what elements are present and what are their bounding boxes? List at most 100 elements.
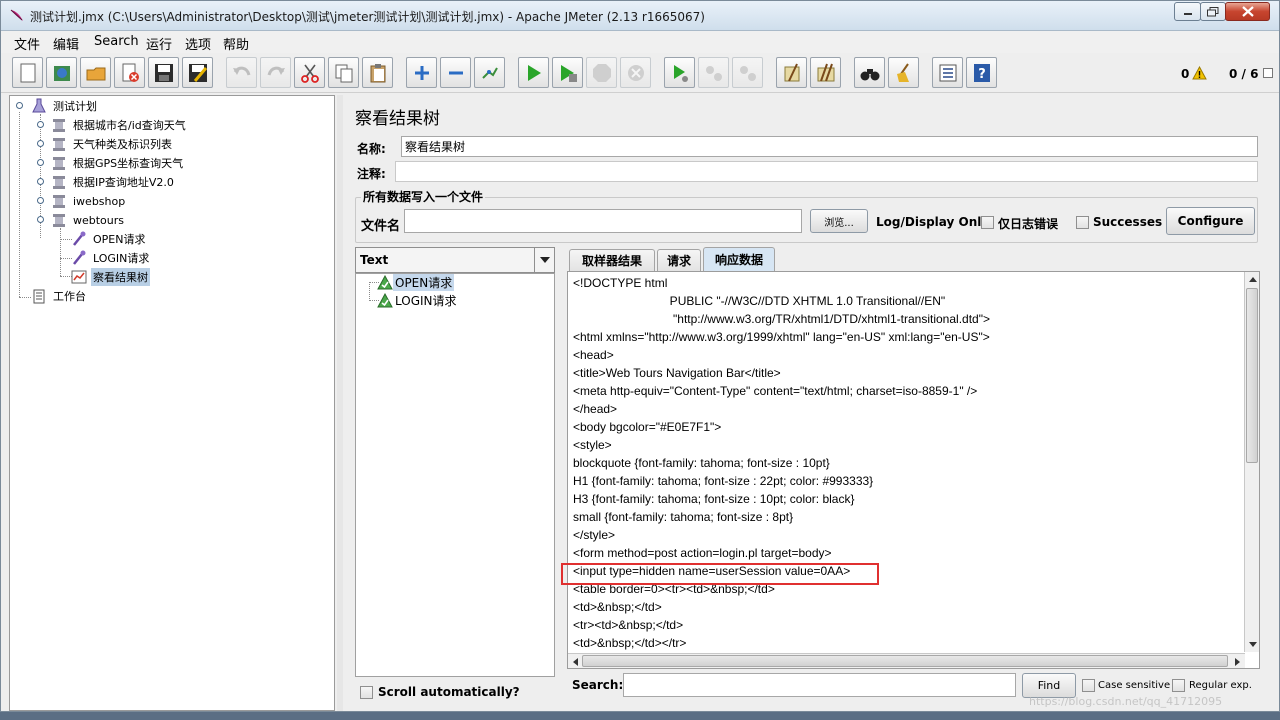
errors-only-checkbox[interactable] bbox=[981, 216, 994, 229]
save-as-button[interactable] bbox=[182, 57, 213, 88]
function-helper-button[interactable] bbox=[932, 57, 963, 88]
filename-input[interactable] bbox=[404, 209, 802, 233]
dropdown-arrow[interactable] bbox=[534, 248, 554, 272]
result-item-open[interactable]: OPEN请求 bbox=[377, 274, 455, 291]
new-button[interactable] bbox=[12, 57, 43, 88]
expand-toggle-icon[interactable] bbox=[36, 177, 45, 186]
menu-file[interactable]: 文件 bbox=[14, 34, 40, 53]
stop-button[interactable] bbox=[586, 57, 617, 88]
collapse-toggle-icon[interactable] bbox=[15, 101, 24, 110]
tree-node-label: webtours bbox=[73, 213, 125, 227]
response-line: PUBLIC "-//W3C//DTD XHTML 1.0 Transition… bbox=[573, 294, 946, 308]
save-button[interactable] bbox=[148, 57, 179, 88]
arrow-right-icon bbox=[1235, 657, 1240, 666]
toggle-button[interactable] bbox=[474, 57, 505, 88]
configure-button[interactable]: Configure bbox=[1166, 207, 1255, 235]
expand-toggle-icon[interactable] bbox=[36, 196, 45, 205]
response-data-viewer[interactable]: <!DOCTYPE html PUBLIC "-//W3C//DTD XHTML… bbox=[567, 271, 1260, 669]
scroll-up-arrow[interactable] bbox=[1246, 273, 1259, 286]
scroll-left-arrow[interactable] bbox=[569, 655, 582, 668]
tree-node-thread-group-5[interactable]: iwebshop bbox=[51, 192, 127, 210]
response-line: <html xmlns="http://www.w3.org/1999/xhtm… bbox=[573, 330, 990, 344]
close-file-button[interactable] bbox=[114, 57, 145, 88]
tree-node-thread-group-4[interactable]: 根据IP查询地址V2.0 bbox=[51, 173, 176, 191]
tab-response-data[interactable]: 响应数据 bbox=[703, 247, 775, 271]
menu-options[interactable]: 选项 bbox=[185, 34, 211, 53]
tab-sampler-result[interactable]: 取样器结果 bbox=[569, 249, 655, 271]
horizontal-scroll-thumb[interactable] bbox=[582, 655, 1228, 667]
start-button[interactable] bbox=[518, 57, 549, 88]
vertical-scroll-thumb[interactable] bbox=[1246, 288, 1258, 463]
expand-toggle-icon[interactable] bbox=[36, 120, 45, 129]
tree-node-view-results-tree[interactable]: 察看结果树 bbox=[71, 268, 150, 286]
remote-shutdown-icon bbox=[739, 65, 756, 81]
expand-toggle-icon[interactable] bbox=[36, 139, 45, 148]
undo-button[interactable] bbox=[226, 57, 257, 88]
scroll-right-arrow[interactable] bbox=[1231, 655, 1244, 668]
remote-stop-button[interactable] bbox=[698, 57, 729, 88]
thread-group-spool-icon bbox=[53, 138, 65, 151]
redo-button[interactable] bbox=[260, 57, 291, 88]
tree-node-thread-group-3[interactable]: 根据GPS坐标查询天气 bbox=[51, 154, 185, 172]
scroll-automatically-checkbox[interactable] bbox=[360, 686, 373, 699]
browse-button[interactable]: 浏览... bbox=[810, 209, 868, 233]
collapse-button[interactable] bbox=[440, 57, 471, 88]
menu-help[interactable]: 帮助 bbox=[223, 34, 249, 53]
tree-node-thread-group-2[interactable]: 天气种类及标识列表 bbox=[51, 135, 174, 153]
maximize-button[interactable] bbox=[1200, 2, 1226, 21]
title-bar[interactable]: 测试计划.jmx (C:\Users\Administrator\Desktop… bbox=[1, 1, 1279, 31]
regular-exp-checkbox[interactable] bbox=[1172, 679, 1185, 692]
tree-node-open-request[interactable]: OPEN请求 bbox=[71, 230, 147, 248]
help-button[interactable]: ? bbox=[966, 57, 997, 88]
cut-button[interactable] bbox=[294, 57, 325, 88]
name-input[interactable] bbox=[401, 136, 1258, 157]
tree-node-workbench[interactable]: 工作台 bbox=[31, 287, 88, 305]
menu-run[interactable]: 运行 bbox=[146, 34, 172, 53]
scroll-down-arrow[interactable] bbox=[1246, 638, 1259, 651]
successes-checkbox[interactable] bbox=[1076, 216, 1089, 229]
vertical-scrollbar[interactable] bbox=[1244, 272, 1259, 652]
minimize-button[interactable] bbox=[1174, 2, 1201, 21]
remote-shutdown-button[interactable] bbox=[732, 57, 763, 88]
tree-node-login-request[interactable]: LOGIN请求 bbox=[71, 249, 151, 267]
search-button[interactable] bbox=[854, 57, 885, 88]
copy-button[interactable] bbox=[328, 57, 359, 88]
tree-node-thread-group-webtours[interactable]: webtours bbox=[51, 211, 126, 229]
horizontal-scrollbar[interactable] bbox=[568, 653, 1245, 668]
success-sample-icon bbox=[377, 274, 393, 289]
clear-button[interactable] bbox=[776, 57, 807, 88]
shutdown-button[interactable] bbox=[620, 57, 651, 88]
renderer-select[interactable]: Text bbox=[355, 247, 555, 273]
tree-node-thread-group-1[interactable]: 根据城市名/id查询天气 bbox=[51, 116, 188, 134]
open-button[interactable] bbox=[80, 57, 111, 88]
copy-icon bbox=[335, 64, 352, 82]
tree-node-test-plan[interactable]: 测试计划 bbox=[31, 97, 99, 115]
toggle-icon bbox=[481, 67, 498, 79]
remote-start-button[interactable] bbox=[664, 57, 695, 88]
warning-icon[interactable] bbox=[1192, 66, 1207, 80]
reset-search-button[interactable] bbox=[888, 57, 919, 88]
response-text[interactable]: <!DOCTYPE html PUBLIC "-//W3C//DTD XHTML… bbox=[573, 274, 1237, 654]
menu-edit[interactable]: 编辑 bbox=[53, 34, 79, 53]
case-sensitive-checkbox[interactable] bbox=[1082, 679, 1095, 692]
clear-all-button[interactable] bbox=[810, 57, 841, 88]
result-item-login[interactable]: LOGIN请求 bbox=[377, 292, 459, 309]
menu-search[interactable]: Search bbox=[94, 34, 139, 49]
expand-toggle-icon[interactable] bbox=[36, 158, 45, 167]
collapse-toggle-icon[interactable] bbox=[36, 215, 45, 224]
search-input[interactable] bbox=[623, 673, 1016, 697]
paste-button[interactable] bbox=[362, 57, 393, 88]
sample-results-list: OPEN请求 LOGIN请求 bbox=[355, 273, 555, 677]
split-pane-divider[interactable] bbox=[337, 95, 343, 711]
response-line: </head> bbox=[573, 402, 618, 416]
comment-input[interactable] bbox=[395, 161, 1258, 182]
expand-button[interactable] bbox=[406, 57, 437, 88]
close-window-button[interactable] bbox=[1225, 2, 1270, 21]
tree-node-label: 测试计划 bbox=[53, 100, 97, 113]
arrow-up-icon bbox=[1248, 277, 1257, 282]
tab-request[interactable]: 请求 bbox=[657, 249, 701, 271]
test-plan-tree: 测试计划 根据城市名/id查询天气 天气种类及标识列表 根据GPS坐标查询天气 … bbox=[9, 95, 335, 711]
regular-exp-label: Regular exp. bbox=[1189, 680, 1252, 691]
start-no-pause-button[interactable] bbox=[552, 57, 583, 88]
templates-button[interactable] bbox=[46, 57, 77, 88]
